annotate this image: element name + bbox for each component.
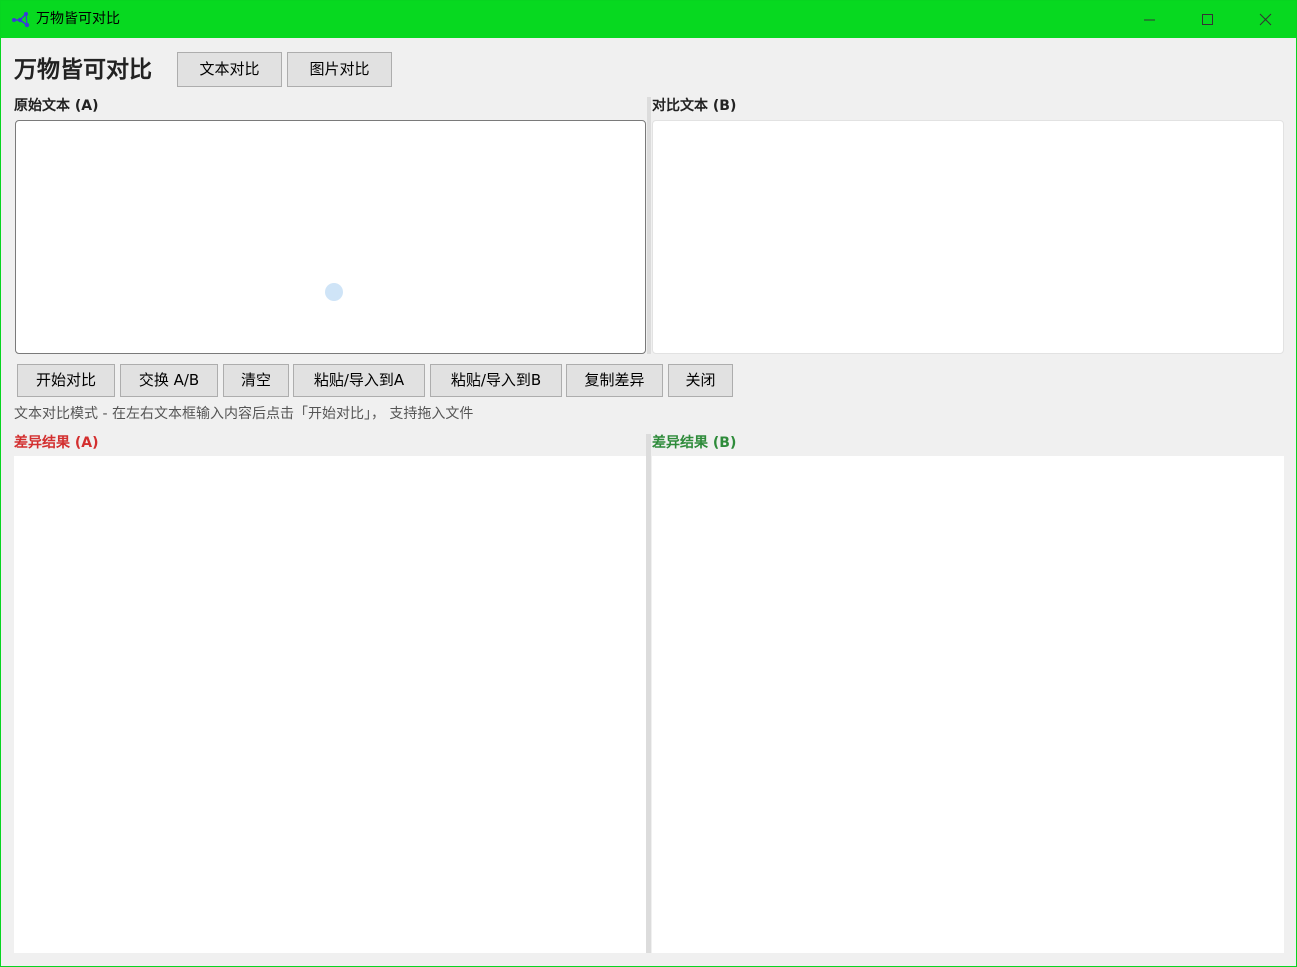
text-compare-mode-button[interactable]: 文本对比 <box>177 52 282 87</box>
app-title: 万物皆可对比 <box>14 57 152 83</box>
title-bar[interactable]: 万物皆可对比 <box>1 1 1296 38</box>
paste-import-a-button[interactable]: 粘贴/导入到A <box>293 364 425 397</box>
minimize-button[interactable] <box>1121 1 1179 38</box>
window-title: 万物皆可对比 <box>36 11 120 27</box>
close-button[interactable]: 关闭 <box>668 364 733 397</box>
app-window: 万物皆可对比 万物皆可对比 文本对比 图片对比 原始文本 (A) 对比文本 (B… <box>0 0 1297 967</box>
input-splitter[interactable] <box>647 97 651 354</box>
status-hint: 文本对比模式 - 在左右文本框输入内容后点击「开始对比」， 支持拖入文件 <box>14 406 474 422</box>
image-compare-mode-button[interactable]: 图片对比 <box>287 52 392 87</box>
swap-ab-button[interactable]: 交换 A/B <box>120 364 218 397</box>
paste-import-b-button[interactable]: 粘贴/导入到B <box>430 364 562 397</box>
close-icon <box>1259 13 1272 26</box>
busy-cursor-icon <box>325 283 343 301</box>
result-splitter[interactable] <box>646 434 651 953</box>
minimize-icon <box>1144 19 1155 21</box>
maximize-icon <box>1202 14 1213 25</box>
network-nodes-icon <box>12 12 30 28</box>
clear-button[interactable]: 清空 <box>223 364 289 397</box>
copy-diff-button[interactable]: 复制差异 <box>566 364 663 397</box>
close-window-button[interactable] <box>1237 1 1295 38</box>
input-b-label: 对比文本 (B) <box>652 98 737 114</box>
diff-result-b-panel[interactable] <box>652 456 1284 953</box>
maximize-button[interactable] <box>1179 1 1237 38</box>
original-text-input[interactable] <box>15 120 646 354</box>
input-a-label: 原始文本 (A) <box>14 98 99 114</box>
diff-result-a-panel[interactable] <box>14 456 646 953</box>
result-b-label: 差异结果 (B) <box>652 435 737 451</box>
compare-text-input[interactable] <box>652 120 1284 354</box>
start-compare-button[interactable]: 开始对比 <box>17 364 115 397</box>
result-a-label: 差异结果 (A) <box>14 435 99 451</box>
